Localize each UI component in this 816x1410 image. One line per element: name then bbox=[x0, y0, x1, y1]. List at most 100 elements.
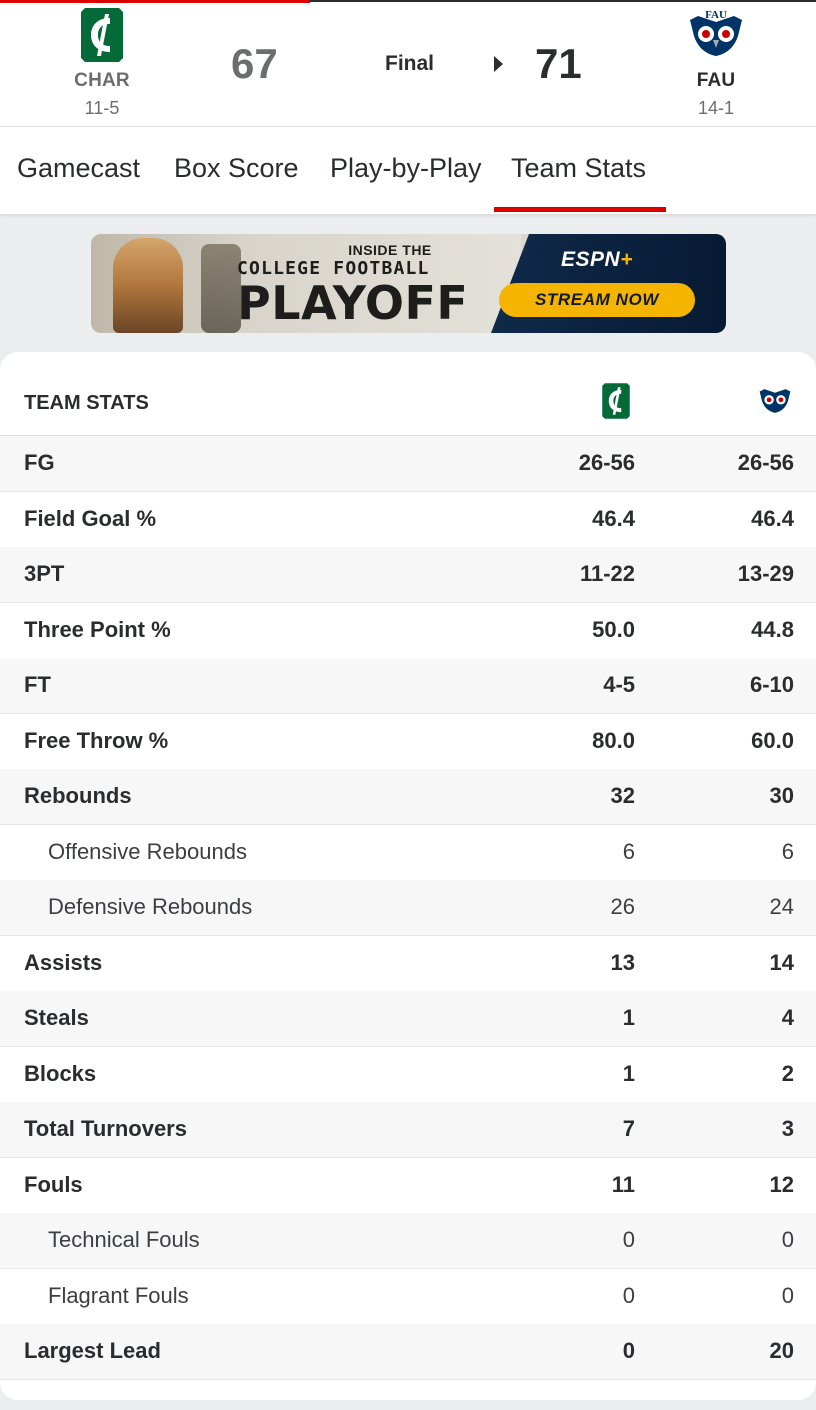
stat-label: Fouls bbox=[24, 1171, 83, 1197]
espn-logo-text: ESPN bbox=[561, 248, 621, 271]
tab-play-by-play[interactable]: Play-by-Play bbox=[330, 153, 482, 184]
stat-label: Blocks bbox=[24, 1060, 97, 1086]
stat-value-home: 2 bbox=[781, 1060, 794, 1086]
team-stats-card: TEAM STATS FG 26-56 26-56 Field Goal % 46.4 4… bbox=[0, 352, 816, 1400]
stat-value-home: 20 bbox=[769, 1338, 794, 1363]
game-scoreboard: CHAR 11-5 67 Final 71 FAU FAU 14-1 bbox=[0, 0, 816, 127]
home-score: 71 bbox=[535, 40, 582, 87]
away-team[interactable]: CHAR 11-5 bbox=[42, 6, 162, 119]
stats-table-header: TEAM STATS bbox=[0, 352, 816, 436]
stat-value-away: 26 bbox=[610, 894, 635, 919]
stat-value-away: 32 bbox=[610, 783, 635, 808]
stat-row: Free Throw % 80.0 60.0 bbox=[0, 713, 816, 770]
ad-player-silhouette bbox=[201, 244, 241, 333]
stat-label: Steals bbox=[24, 1005, 89, 1030]
winner-arrow-icon bbox=[494, 56, 503, 72]
plus-logo-text: + bbox=[620, 248, 633, 271]
stat-value-away: 1 bbox=[622, 1060, 635, 1086]
stat-value-home: 13-29 bbox=[737, 561, 794, 586]
espn-plus-logo: ESPN+ bbox=[561, 248, 633, 272]
stat-value-away: 46.4 bbox=[592, 505, 635, 531]
svg-text:FAU: FAU bbox=[705, 9, 727, 21]
stat-row: Total Turnovers 7 3 bbox=[0, 1102, 816, 1158]
stat-value-home: 30 bbox=[769, 783, 794, 808]
ad-headline-large: PLAYOFF bbox=[237, 276, 469, 330]
stat-label: Field Goal % bbox=[24, 505, 157, 531]
fau-column-logo-icon bbox=[759, 389, 791, 413]
stat-value-home: 46.4 bbox=[751, 505, 794, 531]
charlotte-logo-icon bbox=[81, 8, 123, 62]
away-team-abbr: CHAR bbox=[74, 70, 130, 91]
stat-row: Steals 1 4 bbox=[0, 991, 816, 1047]
stat-value-away: 6 bbox=[622, 838, 635, 864]
stat-row: Rebounds 32 30 bbox=[0, 769, 816, 825]
stat-row: Fouls 11 12 bbox=[0, 1157, 816, 1214]
stat-value-home: 12 bbox=[769, 1171, 794, 1197]
home-team-abbr: FAU bbox=[696, 70, 736, 91]
stat-value-away: 80.0 bbox=[592, 727, 635, 753]
game-tabs: Gamecast Box Score Play-by-Play Team Sta… bbox=[0, 127, 816, 214]
stat-label: Free Throw % bbox=[24, 727, 169, 753]
stat-label: FT bbox=[24, 672, 51, 697]
stat-label: Total Turnovers bbox=[24, 1116, 187, 1141]
tab-gamecast[interactable]: Gamecast bbox=[17, 153, 140, 184]
stat-label: Assists bbox=[24, 949, 103, 975]
stat-row: Offensive Rebounds 6 6 bbox=[0, 824, 816, 881]
stat-label: Largest Lead bbox=[24, 1338, 161, 1363]
away-score: 67 bbox=[231, 40, 278, 87]
stat-label: Flagrant Fouls bbox=[48, 1282, 189, 1308]
stat-row: Flagrant Fouls 0 0 bbox=[0, 1268, 816, 1325]
stat-label: Rebounds bbox=[24, 783, 132, 808]
stream-now-button[interactable]: STREAM NOW bbox=[499, 283, 695, 317]
stat-row: Assists 13 14 bbox=[0, 935, 816, 992]
stat-row: Field Goal % 46.4 46.4 bbox=[0, 491, 816, 548]
stat-label: Offensive Rebounds bbox=[48, 838, 247, 864]
active-tab-indicator bbox=[494, 207, 666, 212]
stat-row: Blocks 1 2 bbox=[0, 1046, 816, 1103]
fau-owl-logo-icon: FAU bbox=[690, 9, 742, 56]
stat-value-away: 11 bbox=[611, 1171, 635, 1197]
stat-row: 3PT 11-22 13-29 bbox=[0, 547, 816, 603]
stat-value-away: 11-22 bbox=[579, 561, 635, 586]
stat-value-home: 0 bbox=[781, 1282, 794, 1308]
stat-value-home: 14 bbox=[769, 949, 794, 975]
away-team-record: 11-5 bbox=[84, 98, 120, 118]
stat-value-home: 60.0 bbox=[751, 727, 794, 753]
stat-label: 3PT bbox=[24, 561, 65, 586]
stat-value-away: 26-56 bbox=[578, 450, 635, 475]
ad-headline-small: INSIDE THE bbox=[348, 242, 432, 258]
stat-value-home: 44.8 bbox=[751, 616, 794, 642]
stat-label: FG bbox=[24, 450, 55, 475]
stat-label: Three Point % bbox=[24, 616, 171, 642]
stat-value-away: 0 bbox=[622, 1338, 635, 1363]
stat-row: Three Point % 50.0 44.8 bbox=[0, 602, 816, 659]
stat-row: FT 4-5 6-10 bbox=[0, 658, 816, 714]
stat-value-away: 7 bbox=[622, 1116, 635, 1141]
stat-value-away: 4-5 bbox=[603, 672, 635, 697]
stat-value-home: 4 bbox=[781, 1005, 794, 1030]
home-team[interactable]: FAU FAU 14-1 bbox=[656, 6, 776, 119]
stat-value-home: 0 bbox=[781, 1227, 794, 1252]
ad-banner[interactable]: INSIDE THE COLLEGE FOOTBALL PLAYOFF ESPN… bbox=[91, 234, 726, 333]
header-accent-bar bbox=[0, 0, 310, 3]
stat-row: Technical Fouls 0 0 bbox=[0, 1213, 816, 1269]
stat-row: FG 26-56 26-56 bbox=[0, 436, 816, 492]
stat-label: Technical Fouls bbox=[48, 1227, 200, 1252]
stat-value-home: 3 bbox=[781, 1116, 794, 1141]
stat-value-away: 0 bbox=[622, 1282, 635, 1308]
stat-value-away: 1 bbox=[622, 1005, 635, 1030]
tab-box-score[interactable]: Box Score bbox=[174, 153, 299, 184]
stat-value-home: 24 bbox=[769, 894, 794, 919]
stat-value-away: 50.0 bbox=[592, 616, 635, 642]
stat-value-home: 6-10 bbox=[749, 672, 794, 697]
stat-row: Defensive Rebounds 26 24 bbox=[0, 880, 816, 936]
trophy-image bbox=[113, 238, 183, 333]
tab-team-stats[interactable]: Team Stats bbox=[511, 153, 646, 184]
home-team-record: 14-1 bbox=[697, 98, 735, 118]
stat-value-home: 6 bbox=[781, 838, 794, 864]
stat-value-home: 26-56 bbox=[737, 450, 794, 475]
stat-label: Defensive Rebounds bbox=[48, 894, 253, 919]
charlotte-column-logo-icon bbox=[602, 383, 630, 419]
stat-value-away: 0 bbox=[622, 1227, 635, 1252]
stat-row: Largest Lead 0 20 bbox=[0, 1324, 816, 1380]
